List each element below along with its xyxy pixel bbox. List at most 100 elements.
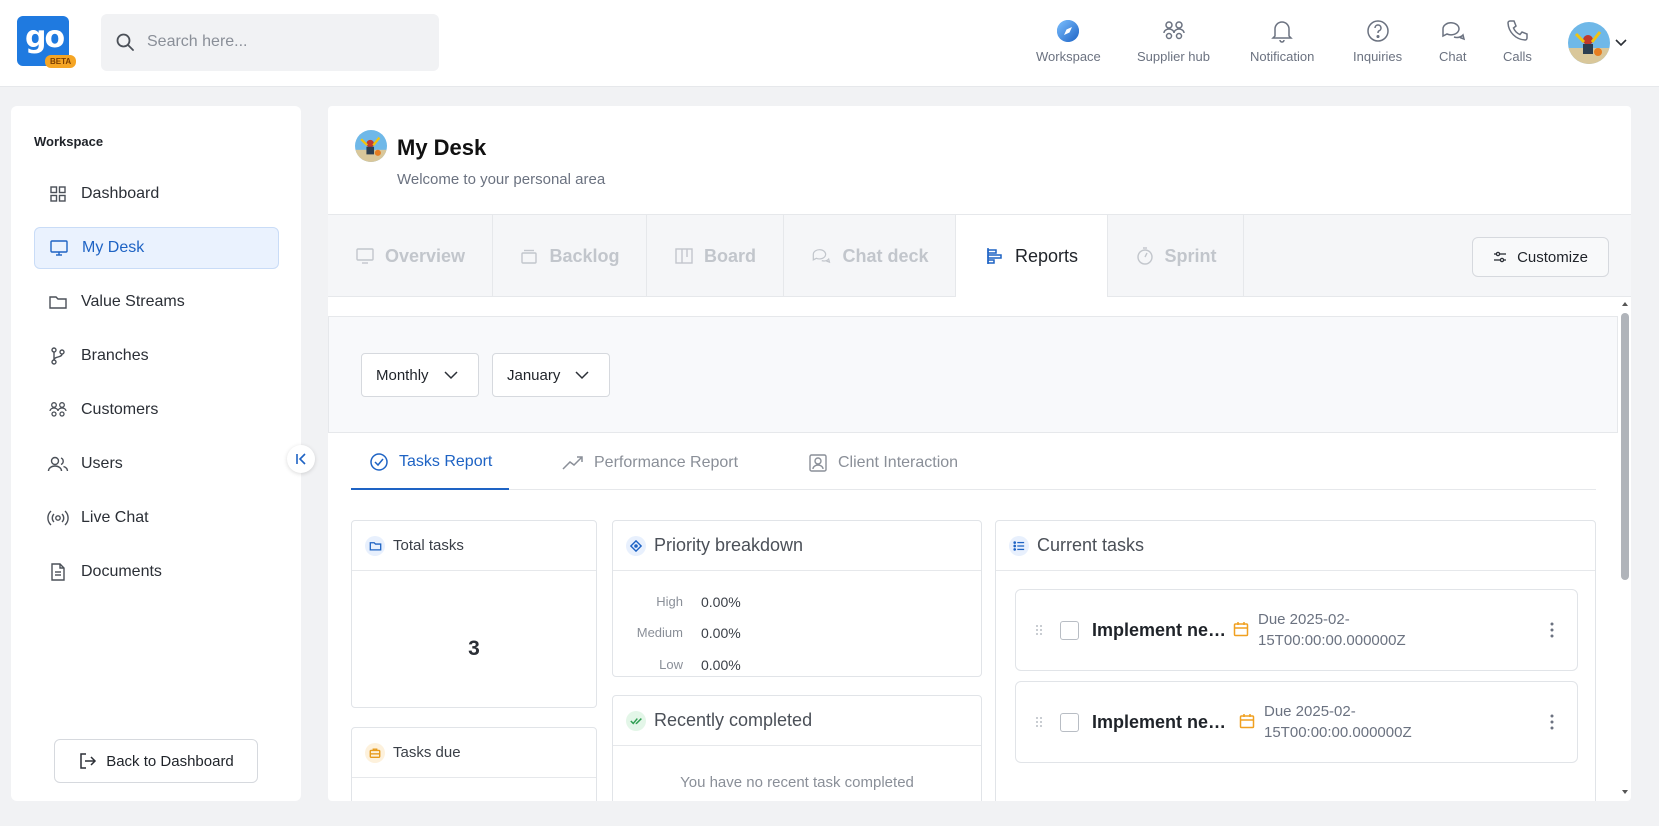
- customize-button[interactable]: Customize: [1472, 237, 1609, 277]
- nav-calls[interactable]: Calls: [1503, 18, 1532, 68]
- search-box[interactable]: [101, 14, 439, 71]
- task-item[interactable]: Implement new... Due 2025-02- 15T00:00:0…: [1015, 681, 1578, 763]
- sidebar-item-live-chat[interactable]: Live Chat: [34, 497, 279, 539]
- due-line-1: Due 2025-02-: [1258, 611, 1350, 628]
- search-input[interactable]: [147, 30, 417, 54]
- grid-icon: [47, 183, 69, 205]
- more-vertical-icon[interactable]: [1549, 621, 1555, 639]
- app-logo[interactable]: go BETA: [17, 16, 77, 68]
- filter-panel: Monthly January: [328, 316, 1618, 433]
- nav-label: Notification: [1250, 49, 1315, 64]
- card-title: Current tasks: [1037, 535, 1145, 555]
- double-check-icon: [626, 710, 646, 731]
- nav-supplier-hub[interactable]: Supplier hub: [1137, 18, 1210, 68]
- sidebar-item-label: My Desk: [82, 239, 145, 256]
- priority-value: 0.00%: [701, 657, 741, 673]
- task-name[interactable]: Implement new...: [1092, 620, 1232, 641]
- folder-icon: [365, 535, 385, 556]
- more-vertical-icon[interactable]: [1549, 713, 1555, 731]
- priority-label: Medium: [636, 625, 683, 640]
- sidebar-item-documents[interactable]: Documents: [34, 551, 279, 593]
- month-value: January: [507, 366, 561, 384]
- tab-reports[interactable]: Reports: [956, 215, 1108, 297]
- calendar-icon: [1239, 713, 1255, 729]
- sidebar-item-dashboard[interactable]: Dashboard: [34, 173, 279, 215]
- tab-label: Tasks Report: [399, 453, 493, 470]
- priority-value: 0.00%: [701, 625, 741, 641]
- tab-label: Client Interaction: [838, 454, 959, 471]
- compass-icon: [1055, 18, 1081, 44]
- people-group-icon: [47, 399, 69, 421]
- current-tasks-card: Current tasks Implement new... Due 2025-…: [995, 520, 1596, 801]
- desk-header: My Desk Welcome to your personal area: [328, 106, 1631, 215]
- task-item[interactable]: Implement new... Due 2025-02- 15T00:00:0…: [1015, 589, 1578, 671]
- scroll-thumb[interactable]: [1621, 313, 1629, 580]
- tab-client-interaction[interactable]: Client Interaction: [808, 436, 958, 490]
- nav-notification[interactable]: Notification: [1250, 18, 1314, 68]
- scrollbar[interactable]: [1621, 300, 1629, 800]
- board-icon: [674, 247, 694, 265]
- task-checkbox[interactable]: [1060, 713, 1079, 732]
- beta-badge: BETA: [45, 55, 77, 68]
- card-title: Total tasks: [393, 537, 464, 554]
- nav-label: Calls: [1503, 49, 1532, 64]
- empty-state-text: You have no recent task completed: [680, 774, 914, 791]
- timer-icon: [1135, 246, 1155, 266]
- back-to-dashboard-button[interactable]: Back to Dashboard: [54, 739, 258, 783]
- list-icon: [1009, 535, 1029, 556]
- card-header: Priority breakdown: [613, 521, 981, 571]
- bar-chart-icon: [985, 246, 1005, 266]
- tab-sprint[interactable]: Sprint: [1108, 215, 1244, 297]
- tab-overview[interactable]: Overview: [328, 215, 493, 297]
- tab-label: Reports: [1014, 245, 1079, 266]
- sidebar-item-my-desk[interactable]: My Desk: [34, 227, 279, 269]
- folder-icon: [47, 291, 69, 313]
- contact-icon: [808, 453, 828, 473]
- collapse-left-icon: [294, 452, 308, 466]
- scroll-up-icon[interactable]: [1621, 300, 1629, 308]
- page-title: My Desk: [397, 135, 487, 160]
- chevron-down-icon[interactable]: [1614, 36, 1628, 50]
- tab-label: Sprint: [1164, 245, 1217, 266]
- tab-backlog[interactable]: Backlog: [493, 215, 647, 297]
- tab-tasks-report[interactable]: Tasks Report: [351, 436, 509, 490]
- tab-performance-report[interactable]: Performance Report: [562, 436, 738, 490]
- nav-label: Inquiries: [1353, 49, 1403, 64]
- card-title: Priority breakdown: [654, 535, 804, 555]
- tab-chat-deck[interactable]: Chat deck: [784, 215, 956, 297]
- month-select[interactable]: January: [492, 353, 610, 397]
- top-bar: go BETA Workspace Supplier hub Notificat…: [0, 0, 1659, 87]
- nav-inquiries[interactable]: Inquiries: [1353, 18, 1402, 68]
- sidebar-item-label: Users: [81, 455, 123, 472]
- tab-board[interactable]: Board: [647, 215, 784, 297]
- calendar-icon: [1233, 621, 1249, 637]
- priority-value: 0.00%: [701, 594, 741, 610]
- avatar[interactable]: [1568, 22, 1610, 64]
- nav-workspace[interactable]: Workspace: [1036, 18, 1101, 68]
- drag-handle-icon[interactable]: [1035, 623, 1043, 637]
- total-tasks-card: Total tasks 3: [351, 520, 597, 708]
- scroll-down-icon[interactable]: [1621, 788, 1629, 796]
- period-select[interactable]: Monthly: [361, 353, 479, 397]
- task-due: Due 2025-02- 15T00:00:00.000000Z: [1264, 701, 1454, 743]
- due-line-2: 15T00:00:00.000000Z: [1264, 724, 1412, 741]
- page-subtitle: Welcome to your personal area: [397, 171, 606, 188]
- priority-label: Low: [659, 657, 683, 672]
- trend-up-icon: [562, 455, 584, 471]
- sidebar-item-branches[interactable]: Branches: [34, 335, 279, 377]
- collapse-sidebar-button[interactable]: [287, 445, 315, 473]
- stack-icon: [519, 247, 539, 265]
- diamond-icon: [626, 535, 646, 556]
- task-checkbox[interactable]: [1060, 621, 1079, 640]
- desk-tabs: Overview Backlog Board Chat deck Reports…: [328, 215, 1631, 297]
- briefcase-icon: [365, 742, 385, 763]
- sidebar-item-customers[interactable]: Customers: [34, 389, 279, 431]
- drag-handle-icon[interactable]: [1035, 715, 1043, 729]
- search-icon: [115, 32, 135, 52]
- sidebar-item-value-streams[interactable]: Value Streams: [34, 281, 279, 323]
- nav-chat[interactable]: Chat: [1439, 18, 1466, 68]
- monitor-icon: [355, 247, 375, 265]
- sidebar-item-users[interactable]: Users: [34, 443, 279, 485]
- logout-icon: [78, 751, 98, 771]
- task-name[interactable]: Implement new...: [1092, 712, 1232, 733]
